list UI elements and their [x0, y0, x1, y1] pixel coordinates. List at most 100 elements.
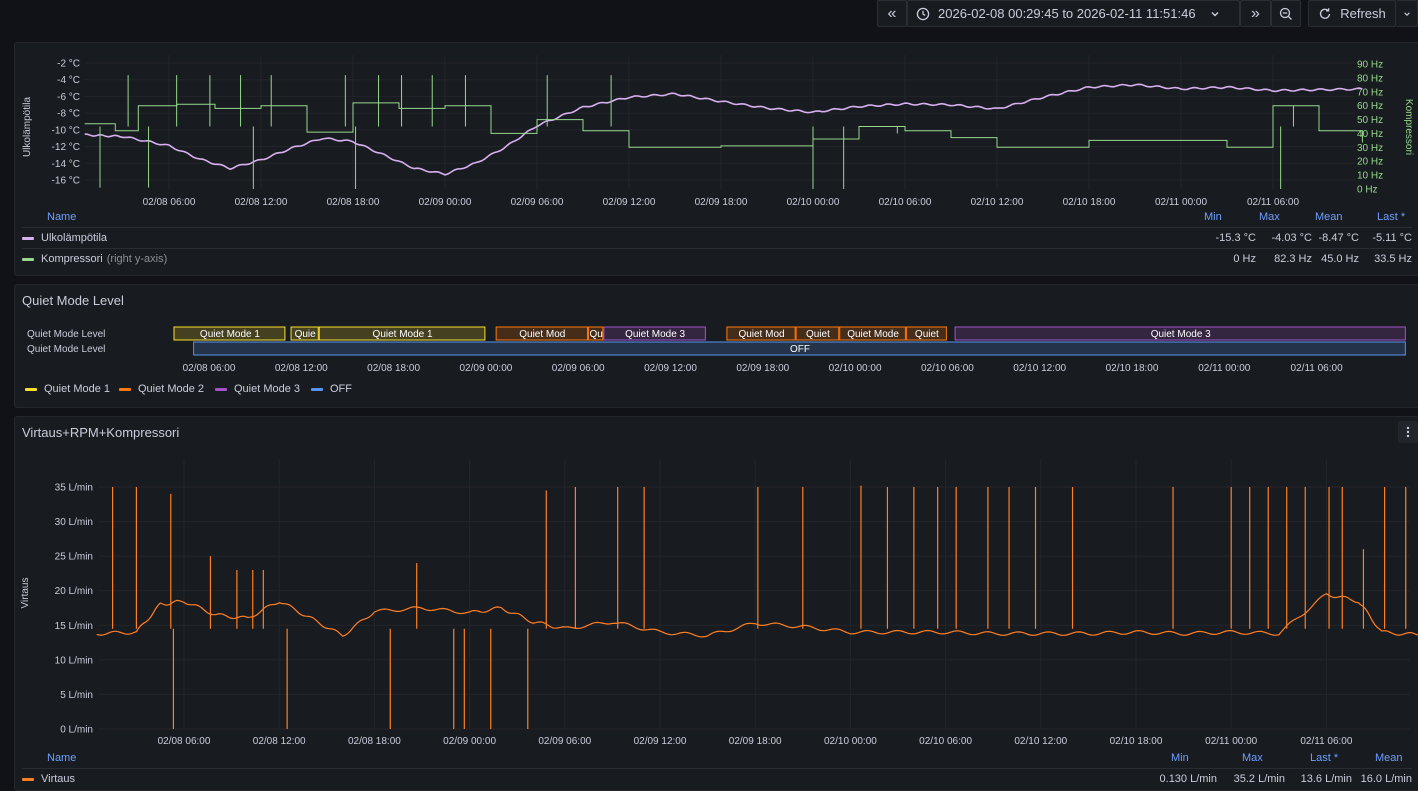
x-tick-label: 02/08 12:00 — [275, 363, 328, 374]
series-name: Kompressori — [41, 253, 103, 265]
right-y-tick-label: 90 Hz — [1357, 60, 1383, 71]
legend-item-quiet-mode-1[interactable]: Quiet Mode 1 — [25, 383, 110, 395]
legend-row-virtaus[interactable]: Virtaus 0.130 L/min 35.2 L/min 13.6 L/mi… — [22, 768, 1412, 789]
x-tick-label: 02/08 18:00 — [348, 736, 401, 747]
time-range-picker[interactable]: 2026-02-08 00:29:45 to 2026-02-11 11:51:… — [907, 0, 1240, 27]
y-tick-label: 15 L/min — [55, 621, 93, 632]
x-tick-label: 02/10 12:00 — [1013, 363, 1066, 374]
x-tick-label: 02/09 12:00 — [634, 736, 687, 747]
right-y-tick-label: 20 Hz — [1357, 157, 1383, 168]
right-y-tick-label: 80 Hz — [1357, 73, 1383, 84]
left-y-tick-label: -10 °C — [52, 125, 80, 136]
timeline-segment-label: Quiet Mode 1 — [200, 329, 260, 340]
left-y-tick-label: -4 °C — [57, 75, 80, 86]
series-name: Virtaus — [41, 773, 76, 785]
legend-item-off[interactable]: OFF — [311, 383, 352, 395]
legend-header-max[interactable]: Max — [1259, 211, 1280, 223]
legend-label: Quiet Mode 2 — [138, 383, 205, 395]
refresh-icon — [1320, 7, 1331, 19]
x-tick-label: 02/11 00:00 — [1205, 736, 1258, 747]
legend-label: Quiet Mode 3 — [234, 383, 301, 395]
timeline-segment-label: Qu — [589, 329, 602, 340]
x-tick-label: 02/10 18:00 — [1063, 197, 1116, 208]
left-y-tick-label: -6 °C — [57, 92, 80, 103]
legend-header-max[interactable]: Max — [1242, 752, 1263, 764]
x-tick-label: 02/08 06:00 — [143, 197, 196, 208]
x-tick-label: 02/09 18:00 — [736, 363, 789, 374]
legend-item-quiet-mode-2[interactable]: Quiet Mode 2 — [119, 383, 204, 395]
chevron-down-icon — [1211, 11, 1219, 16]
x-tick-label: 02/10 00:00 — [829, 363, 882, 374]
x-tick-label: 02/10 12:00 — [971, 197, 1024, 208]
top-toolbar: « 2026-02-08 00:29:45 to 2026-02-11 11:5… — [0, 0, 1418, 42]
legend-label: Quiet Mode 1 — [44, 383, 111, 395]
x-tick-label: 02/09 00:00 — [443, 736, 496, 747]
value-min: -15.3 °C — [1215, 232, 1256, 244]
series-line-kompressori — [84, 102, 1363, 148]
legend-swatch — [311, 387, 323, 391]
y-tick-label: 35 L/min — [55, 483, 93, 494]
panel-temperature-compressor: 02/08 06:00 02/08 12:00 02/08 18:00 02/09 0… — [14, 42, 1418, 276]
timeline-segment-label: Quiet Mode 3 — [1151, 329, 1211, 340]
value-mean: 16.0 L/min — [1360, 773, 1412, 785]
value-max: 82.3 Hz — [1274, 253, 1312, 265]
shift-back-button[interactable]: « — [877, 0, 907, 27]
timeline-segment-label: OFF — [790, 344, 810, 355]
flow-chart: 02/08 06:00 02/08 12:00 02/08 18:00 02/09 0… — [20, 459, 1418, 747]
left-axis-label: Ulkolämpötila — [22, 97, 33, 157]
legend-header-last[interactable]: Last * — [1377, 211, 1405, 223]
legend-swatch — [215, 387, 227, 391]
legend-header-min[interactable]: Min — [1204, 211, 1222, 223]
refresh-interval-button[interactable] — [1396, 0, 1418, 27]
legend-header-min[interactable]: Min — [1171, 752, 1189, 764]
legend-header-mean[interactable]: Mean — [1315, 211, 1343, 223]
legend-swatch — [119, 387, 131, 391]
series-swatch — [22, 257, 34, 261]
x-tick-label: 02/09 00:00 — [419, 197, 472, 208]
y-tick-label: 30 L/min — [55, 517, 93, 528]
quiet-mode-timeline: Quiet Mode Level Quiet Mode Level Quiet … — [27, 326, 1406, 374]
timeline-row-label: Quiet Mode Level — [27, 329, 105, 340]
x-tick-label: 02/11 00:00 — [1155, 197, 1208, 208]
legend-header-last[interactable]: Last * — [1310, 752, 1338, 764]
shift-forward-button[interactable]: » — [1240, 0, 1271, 27]
refresh-button[interactable]: Refresh — [1308, 0, 1396, 27]
x-tick-label: 02/09 06:00 — [538, 736, 591, 747]
legend-header-mean[interactable]: Mean — [1375, 752, 1403, 764]
x-tick-label: 02/11 06:00 — [1247, 197, 1300, 208]
right-y-tick-label: 30 Hz — [1357, 143, 1383, 154]
series-swatch — [22, 777, 34, 781]
series-swatch — [22, 236, 34, 240]
legend-row-ulkolampotila[interactable]: Ulkolämpötila -15.3 °C -4.03 °C -8.47 °C… — [22, 227, 1412, 248]
timeline-segment-label: Quiet Mode 3 — [625, 329, 685, 340]
legend-item-quiet-mode-3[interactable]: Quiet Mode 3 — [215, 383, 300, 395]
value-min: 0 Hz — [1233, 253, 1256, 265]
zoom-out-icon — [1279, 7, 1292, 20]
x-tick-label: 02/09 06:00 — [552, 363, 605, 374]
series-axis-note: (right y-axis) — [106, 253, 168, 265]
temperature-compressor-chart: 02/08 06:00 02/08 12:00 02/08 18:00 02/09 0… — [22, 55, 1414, 208]
x-tick-label: 02/08 12:00 — [253, 736, 306, 747]
panel-quiet-mode: Quiet Mode Level Quiet Mode Level Quiet … — [14, 284, 1418, 408]
zoom-out-button[interactable] — [1271, 0, 1301, 27]
legend-header-name[interactable]: Name — [47, 211, 76, 223]
legend-row-kompressori[interactable]: Kompressori (right y-axis) 0 Hz 82.3 Hz … — [22, 248, 1412, 269]
right-y-tick-label: 10 Hz — [1357, 171, 1383, 182]
x-tick-label: 02/09 12:00 — [644, 363, 697, 374]
refresh-label: Refresh — [1340, 6, 1386, 21]
chevrons-right-icon: » — [1251, 4, 1260, 22]
x-tick-label: 02/08 06:00 — [158, 736, 211, 747]
legend-swatch — [25, 387, 37, 391]
legend-header-name[interactable]: Name — [47, 752, 76, 764]
y-tick-label: 25 L/min — [55, 552, 93, 563]
x-tick-label: 02/09 06:00 — [511, 197, 564, 208]
timeline-segment-label: Quiet Mod — [519, 329, 565, 340]
timeline-row-label: Quiet Mode Level — [27, 344, 105, 355]
x-tick-label: 02/11 00:00 — [1198, 363, 1251, 374]
right-y-tick-label: 50 Hz — [1357, 115, 1383, 126]
time-range-text: 2026-02-08 00:29:45 to 2026-02-11 11:51:… — [938, 6, 1196, 21]
x-tick-label: 02/09 00:00 — [459, 363, 512, 374]
right-y-tick-label: 60 Hz — [1357, 101, 1383, 112]
value-mean: 45.0 Hz — [1321, 253, 1359, 265]
chevron-down-icon — [1403, 11, 1410, 16]
